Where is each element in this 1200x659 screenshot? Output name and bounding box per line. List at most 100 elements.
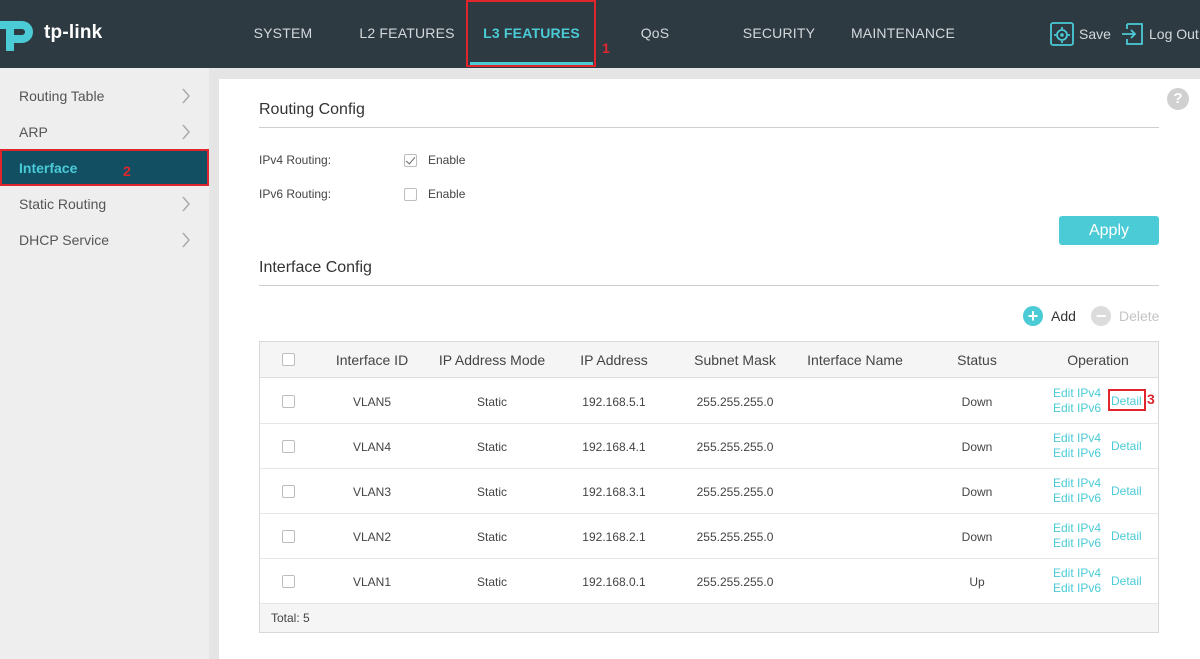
- cell-subnet-mask: 255.255.255.0: [696, 440, 774, 454]
- nav-system[interactable]: SYSTEM: [243, 0, 323, 68]
- divider: [259, 285, 1159, 286]
- apply-button[interactable]: Apply: [1059, 216, 1159, 245]
- column-header: Subnet Mask: [694, 352, 776, 368]
- cell-subnet-mask: 255.255.255.0: [696, 575, 774, 589]
- interface-table: Interface ID IP Address Mode IP Address …: [259, 341, 1159, 633]
- cell-ip-address: 192.168.2.1: [582, 530, 646, 544]
- add-label: Add: [1051, 308, 1076, 324]
- edit-ipv4-link[interactable]: Edit IPv4: [1053, 431, 1101, 445]
- table-row: VLAN1 Static 192.168.0.1 255.255.255.0 U…: [260, 559, 1158, 604]
- cell-subnet-mask: 255.255.255.0: [696, 395, 774, 409]
- edit-ipv6-link[interactable]: Edit IPv6: [1053, 446, 1101, 460]
- save-label: Save: [1079, 26, 1111, 42]
- cell-status: Up: [969, 575, 985, 589]
- cell-status: Down: [961, 485, 993, 499]
- edit-ipv6-link[interactable]: Edit IPv6: [1053, 536, 1101, 550]
- edit-ipv6-link[interactable]: Edit IPv6: [1053, 581, 1101, 595]
- row-checkbox[interactable]: [282, 485, 295, 498]
- cell-status: Down: [961, 440, 993, 454]
- cell-ip-mode: Static: [476, 530, 507, 544]
- detail-link[interactable]: Detail: [1111, 439, 1142, 453]
- column-header: Interface Name: [807, 352, 903, 368]
- cell-status: Down: [961, 530, 993, 544]
- annotation-number-3: 3: [1147, 391, 1155, 407]
- ipv6-routing-label: IPv6 Routing:: [259, 187, 332, 201]
- cell-subnet-mask: 255.255.255.0: [696, 530, 774, 544]
- ipv4-enable-label: Enable: [428, 153, 466, 167]
- tp-link-logo-icon: [0, 21, 33, 51]
- annotation-box-2: [0, 149, 209, 186]
- edit-ipv4-link[interactable]: Edit IPv4: [1053, 521, 1101, 535]
- ipv4-routing-checkbox[interactable]: [404, 154, 417, 167]
- sidebar-item-label: Static Routing: [19, 196, 107, 212]
- add-icon: +: [1023, 306, 1043, 326]
- sidebar-item-arp[interactable]: ARP: [0, 114, 209, 150]
- logo-text: tp-link: [44, 22, 103, 43]
- delete-icon: −: [1091, 306, 1111, 326]
- column-header: Operation: [1067, 352, 1129, 368]
- select-all-checkbox[interactable]: [282, 353, 295, 366]
- add-button[interactable]: + Add: [1023, 305, 1076, 327]
- logout-icon: [1122, 23, 1143, 45]
- cell-ip-mode: Static: [476, 575, 507, 589]
- row-checkbox[interactable]: [282, 395, 295, 408]
- top-navigation-bar: tp-link SYSTEM L2 FEATURES L3 FEATURES Q…: [0, 0, 1200, 68]
- annotation-number-2: 2: [123, 163, 131, 179]
- delete-button[interactable]: − Delete: [1091, 305, 1159, 327]
- main-panel: ? Routing Config IPv4 Routing: Enable IP…: [219, 79, 1200, 659]
- table-row: VLAN3 Static 192.168.3.1 255.255.255.0 D…: [260, 469, 1158, 514]
- column-header: Status: [957, 352, 997, 368]
- table-footer-total: Total: 5: [260, 604, 1158, 632]
- table-row: VLAN5 Static 192.168.5.1 255.255.255.0 D…: [260, 379, 1158, 424]
- annotation-box-1: [466, 0, 596, 67]
- save-button[interactable]: Save: [1049, 20, 1111, 48]
- nav-security[interactable]: SECURITY: [734, 0, 824, 68]
- row-checkbox[interactable]: [282, 575, 295, 588]
- column-header: IP Address: [580, 352, 648, 368]
- ipv6-routing-checkbox[interactable]: [404, 188, 417, 201]
- nav-maintenance[interactable]: MAINTENANCE: [846, 0, 960, 68]
- edit-ipv4-link[interactable]: Edit IPv4: [1053, 386, 1101, 400]
- delete-label: Delete: [1119, 308, 1160, 324]
- logout-label: Log Out: [1149, 26, 1199, 42]
- ipv4-routing-label: IPv4 Routing:: [259, 153, 332, 167]
- row-checkbox[interactable]: [282, 440, 295, 453]
- ipv6-enable-label: Enable: [428, 187, 466, 201]
- help-icon[interactable]: ?: [1167, 88, 1189, 110]
- cell-interface-id: VLAN2: [352, 530, 392, 544]
- edit-ipv4-link[interactable]: Edit IPv4: [1053, 566, 1101, 580]
- annotation-number-1: 1: [602, 40, 610, 56]
- interface-config-title: Interface Config: [259, 259, 372, 276]
- detail-link[interactable]: Detail: [1111, 484, 1142, 498]
- row-checkbox[interactable]: [282, 530, 295, 543]
- cell-status: Down: [961, 395, 993, 409]
- edit-ipv6-link[interactable]: Edit IPv6: [1053, 491, 1101, 505]
- nav-qos[interactable]: QoS: [625, 0, 685, 68]
- cell-interface-id: VLAN4: [352, 440, 392, 454]
- routing-config-title: Routing Config: [259, 101, 365, 118]
- sidebar-item-label: DHCP Service: [19, 232, 109, 248]
- edit-ipv6-link[interactable]: Edit IPv6: [1053, 401, 1101, 415]
- cell-interface-id: VLAN5: [352, 395, 392, 409]
- sidebar-item-dhcp-service[interactable]: DHCP Service: [0, 222, 209, 258]
- cell-subnet-mask: 255.255.255.0: [696, 485, 774, 499]
- cell-ip-address: 192.168.5.1: [582, 395, 646, 409]
- logout-button[interactable]: Log Out: [1121, 20, 1199, 48]
- tp-link-logo: tp-link: [0, 15, 102, 51]
- cell-interface-id: VLAN3: [352, 485, 392, 499]
- chevron-right-icon: [182, 232, 190, 248]
- sidebar-item-static-routing[interactable]: Static Routing: [0, 186, 209, 222]
- detail-link[interactable]: Detail: [1111, 574, 1142, 588]
- nav-l2-features[interactable]: L2 FEATURES: [352, 0, 462, 68]
- detail-link[interactable]: Detail: [1111, 529, 1142, 543]
- table-row: VLAN4 Static 192.168.4.1 255.255.255.0 D…: [260, 424, 1158, 469]
- sidebar-item-routing-table[interactable]: Routing Table: [0, 78, 209, 114]
- column-header: Interface ID: [335, 352, 409, 368]
- table-row: VLAN2 Static 192.168.2.1 255.255.255.0 D…: [260, 514, 1158, 559]
- table-header: Interface ID IP Address Mode IP Address …: [260, 342, 1158, 378]
- cell-ip-address: 192.168.3.1: [582, 485, 646, 499]
- chevron-right-icon: [182, 88, 190, 104]
- edit-ipv4-link[interactable]: Edit IPv4: [1053, 476, 1101, 490]
- cell-ip-address: 192.168.0.1: [582, 575, 646, 589]
- divider: [259, 127, 1159, 128]
